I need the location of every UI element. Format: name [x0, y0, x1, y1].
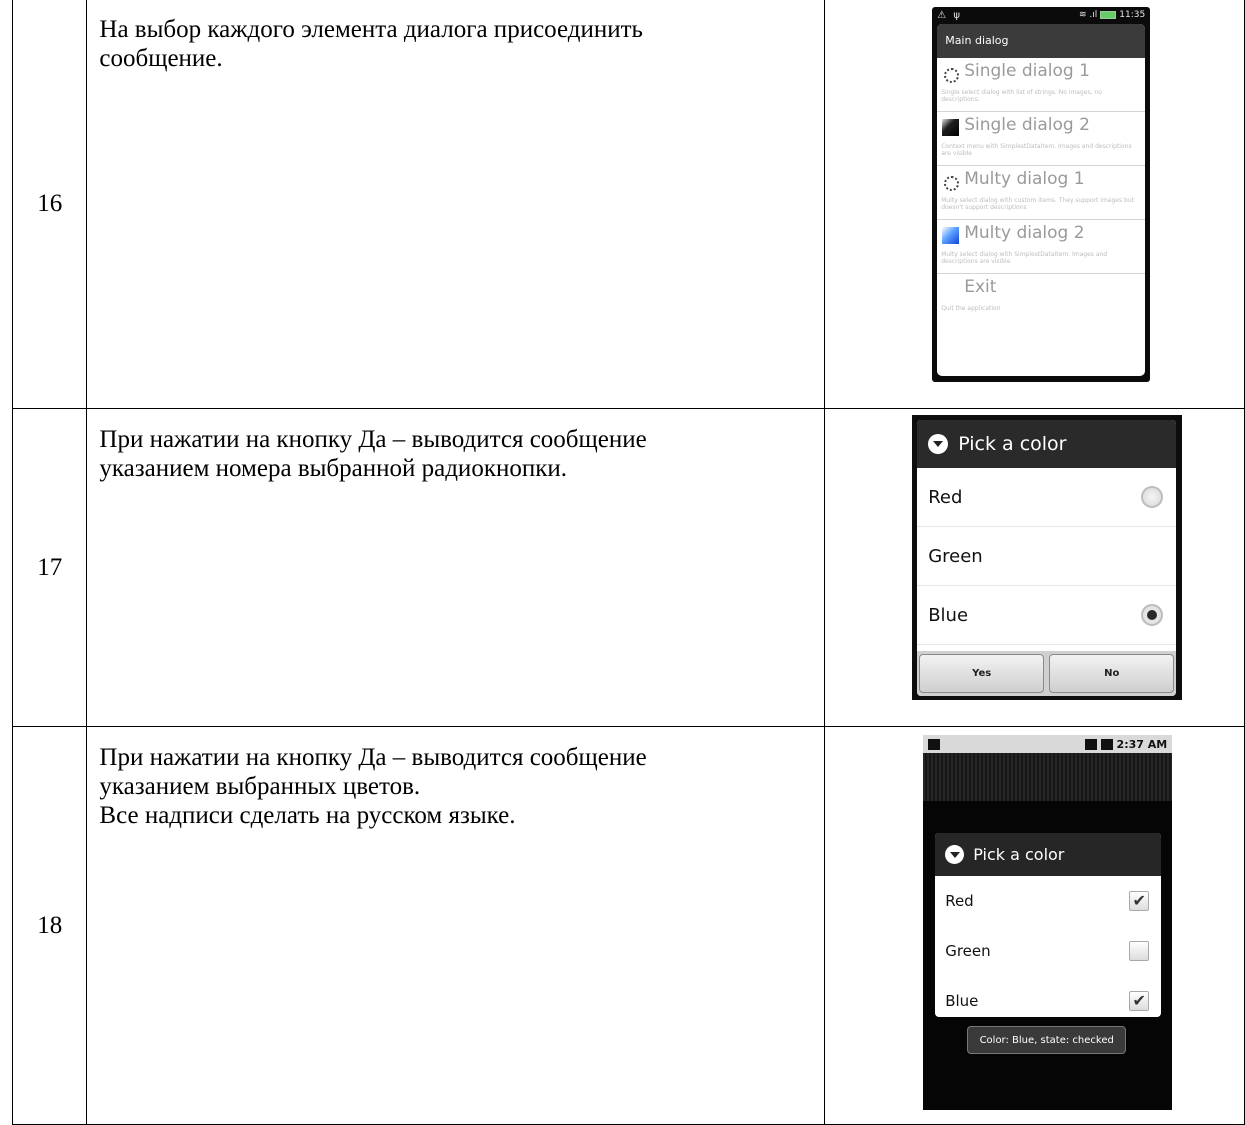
radio-option-blue[interactable]: Blue [917, 586, 1177, 645]
radio-option-red[interactable]: Red [917, 468, 1177, 527]
option-label: Red [945, 892, 974, 910]
text-line: При нажатии на кнопку Да – выводится соо… [99, 426, 647, 453]
checkbox-checked-icon[interactable]: ✔ [1129, 991, 1150, 1011]
checkbox-unchecked-icon[interactable] [1129, 941, 1150, 961]
phone-screenshot: 2:37 AM Pick a color Red ✔ Green Blue ✔ … [923, 735, 1173, 1110]
radio-button-icon[interactable] [1141, 486, 1164, 508]
phone-screenshot: ⚠ ψ ≋ .ıl 11:35 Main dialog Single dialo… [932, 7, 1151, 382]
option-label: Blue [945, 992, 979, 1010]
main-dialog: Main dialog Single dialog 1 Single selec… [937, 24, 1146, 376]
radio-button-selected-icon[interactable] [1141, 604, 1164, 626]
checkbox-option-red[interactable]: Red ✔ [935, 876, 1161, 926]
text-line: При нажатии на кнопку Да – выводится соо… [99, 744, 647, 771]
yes-button[interactable]: Yes [919, 654, 1045, 693]
screenshot-cell: Pick a color Red Green Blue Yes No [824, 408, 1245, 727]
dialog-header: Pick a color [917, 420, 1177, 468]
table-row: 17 При нажатии на кнопку Да – выводится … [11, 408, 1245, 727]
status-bar: ⚠ ψ ≋ .ıl 11:35 [932, 7, 1150, 23]
task-description: При нажатии на кнопку Да – выводится соо… [86, 408, 826, 727]
text-line: указанием выбранных цветов. [99, 773, 421, 800]
battery-icon [1100, 738, 1113, 750]
item-description: Single select dialog with list of string… [941, 89, 1102, 103]
task-description: На выбор каждого элемента диалога присое… [86, 0, 826, 409]
option-label: Red [928, 486, 963, 508]
dialog-title: Main dialog [937, 24, 1146, 58]
button-bar: Yes No [917, 651, 1177, 696]
wifi-signal-icon: ≋ .ıl [1079, 10, 1098, 20]
checkbox-checked-icon[interactable]: ✔ [1129, 891, 1150, 911]
text-line: сообщение. [99, 45, 223, 72]
option-label: Green [945, 942, 991, 960]
row-number: 18 [11, 726, 88, 1125]
checkbox-option-blue[interactable]: Blue ✔ [935, 976, 1161, 1017]
battery-icon [1100, 11, 1117, 19]
item-description: Multy select dialog with SimplestDataIte… [941, 251, 1108, 265]
item-title: Single dialog 1 [964, 61, 1090, 81]
sd-card-icon [928, 738, 941, 750]
list-item[interactable]: Multy dialog 1 Multy select dialog with … [937, 166, 1146, 220]
item-description: Multy select dialog with custom items. T… [941, 197, 1134, 211]
status-time: 11:35 [1119, 10, 1146, 20]
table-row: 16 На выбор каждого элемента диалога при… [11, 0, 1245, 409]
notification-icons: ⚠ ψ [937, 9, 962, 21]
list-item[interactable]: Single dialog 2 Context menu with Simple… [937, 112, 1146, 166]
dialog-title: Pick a color [958, 433, 1067, 455]
pick-color-dialog: Pick a color Red Green Blue Yes No [917, 420, 1177, 696]
screenshot-cell: 2:37 AM Pick a color Red ✔ Green Blue ✔ … [824, 726, 1245, 1125]
item-title: Exit [964, 277, 997, 297]
dialog-screenshot: Pick a color Red Green Blue Yes No [912, 415, 1183, 700]
item-description: Context menu with SimplestDataItem. Imag… [941, 143, 1132, 157]
text-line: На выбор каждого элемента диалога присое… [99, 16, 643, 43]
text-line: Все надписи сделать на русском языке. [99, 802, 516, 829]
dialog-title: Pick a color [973, 845, 1065, 864]
list-item[interactable]: Exit Quit the application [937, 274, 1145, 327]
background-app-area [923, 753, 1173, 801]
status-time: 2:37 AM [1116, 737, 1168, 751]
option-label: Blue [928, 604, 969, 626]
list-item[interactable]: Multy dialog 2 Multy select dialog with … [937, 220, 1146, 274]
text-line: указанием номера выбранной радиокнопки. [99, 455, 567, 482]
blue-square-icon [942, 227, 960, 244]
toast-message: Color: Blue, state: checked [967, 1026, 1127, 1054]
radio-option-green[interactable]: Green [917, 527, 1177, 586]
pick-color-dialog: Pick a color Red ✔ Green Blue ✔ [935, 833, 1162, 1017]
spinner-icon [944, 68, 960, 83]
item-description: Quit the application [941, 305, 1001, 312]
tasks-table: 16 На выбор каждого элемента диалога при… [11, 0, 1245, 1125]
dropdown-circle-icon [928, 434, 949, 454]
row-number: 16 [11, 0, 88, 409]
list-item[interactable]: Single dialog 1 Single select dialog wit… [937, 58, 1146, 112]
black-square-icon [942, 119, 960, 136]
task-description: При нажатии на кнопку Да – выводится соо… [86, 726, 826, 1125]
dialog-header: Pick a color [935, 833, 1162, 876]
signal-icon [1084, 738, 1097, 750]
option-label: Green [928, 545, 983, 567]
screenshot-cell: ⚠ ψ ≋ .ıl 11:35 Main dialog Single dialo… [824, 0, 1245, 409]
item-title: Multy dialog 1 [964, 169, 1085, 189]
spinner-icon [944, 176, 960, 191]
dropdown-circle-icon [945, 845, 965, 864]
item-title: Multy dialog 2 [964, 223, 1085, 243]
row-number: 17 [11, 408, 88, 727]
status-bar: 2:37 AM [923, 735, 1173, 753]
checkbox-option-green[interactable]: Green [935, 926, 1161, 976]
table-row: 18 При нажатии на кнопку Да – выводится … [11, 726, 1245, 1125]
item-title: Single dialog 2 [964, 115, 1090, 135]
no-button[interactable]: No [1049, 654, 1175, 693]
